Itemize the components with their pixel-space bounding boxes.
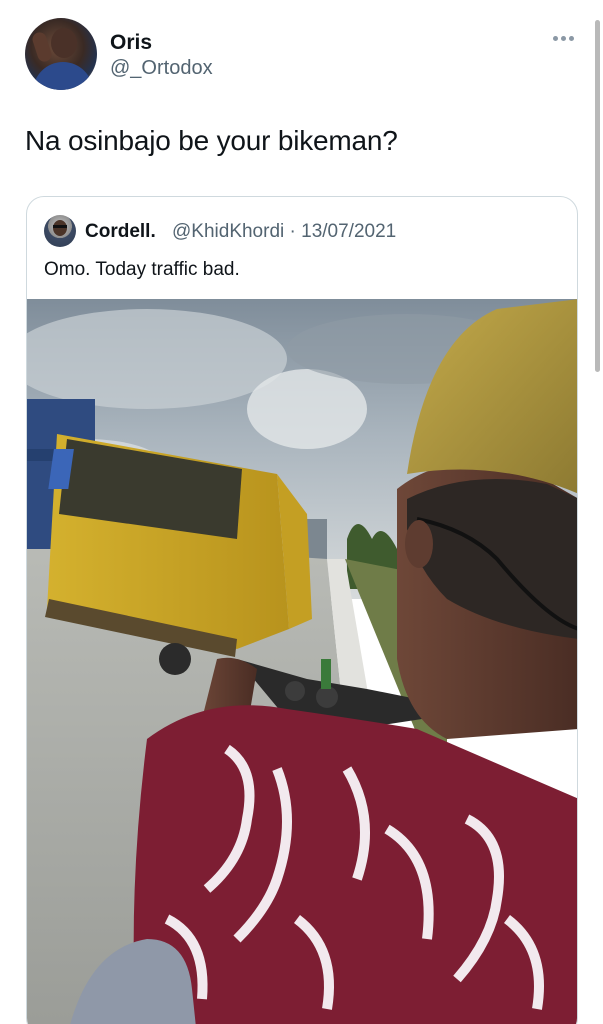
author-name[interactable]: Oris [110, 31, 152, 55]
quoted-tweet-text: Omo. Today traffic bad. [44, 259, 240, 280]
ellipsis-icon[interactable] [553, 36, 574, 41]
quoted-author-avatar[interactable] [44, 215, 76, 247]
quoted-tweet[interactable]: Cordell. @KhidKhordi · 13/07/2021 Omo. T… [26, 196, 578, 1024]
author-handle[interactable]: @_Ortodox [110, 57, 213, 80]
tweet-page: Oris @_Ortodox Na osinbajo be your bikem… [0, 0, 603, 1024]
quoted-tweet-photo[interactable] [27, 299, 577, 1024]
tweet-text: Na osinbajo be your bikeman? [25, 125, 398, 156]
quoted-author-name[interactable]: Cordell. [85, 221, 156, 243]
scrollbar[interactable] [595, 20, 600, 372]
author-avatar[interactable] [25, 18, 97, 90]
tweet-header: Oris @_Ortodox [25, 18, 578, 90]
quoted-author-meta: @KhidKhordi · 13/07/2021 [172, 221, 397, 242]
